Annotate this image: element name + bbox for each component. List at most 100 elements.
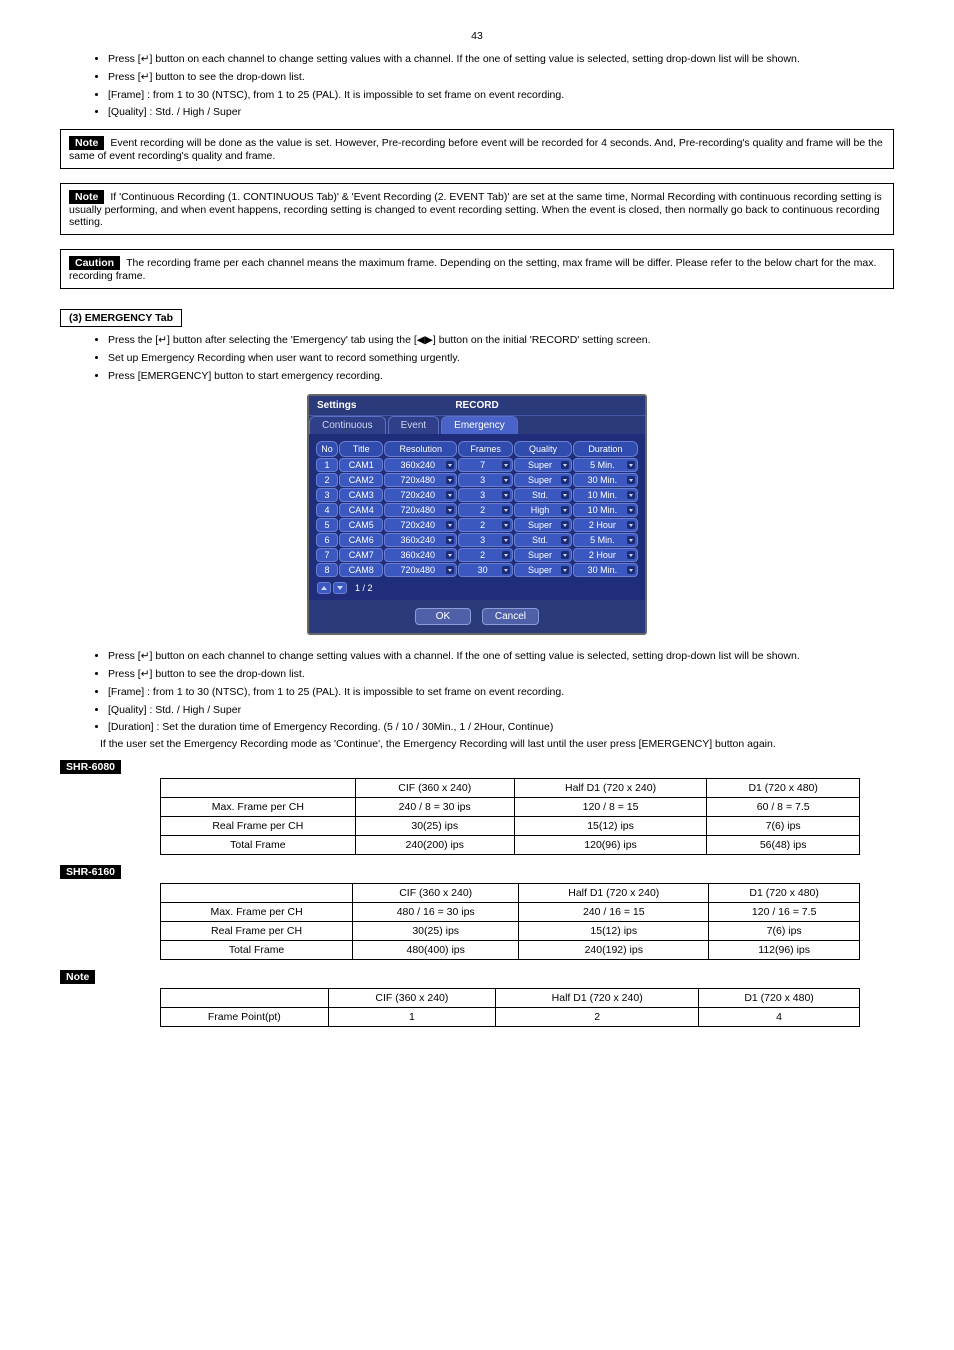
quality-select[interactable]: Super <box>514 473 571 487</box>
cell: 240(200) ips <box>355 836 514 855</box>
cell: Frame Point(pt) <box>161 1008 329 1027</box>
chevron-down-icon <box>502 461 510 469</box>
page-up-button[interactable] <box>317 582 331 594</box>
cell: 480 / 16 = 30 ips <box>353 903 519 922</box>
table-row: 7CAM7360x2402Super2 Hour <box>316 548 638 562</box>
cancel-button[interactable]: Cancel <box>482 608 539 625</box>
col-header: Half D1 (720 x 240) <box>496 989 699 1008</box>
chevron-down-icon <box>627 506 635 514</box>
cell: 15(12) ips <box>519 922 709 941</box>
resolution-select[interactable]: 720x480 <box>384 473 457 487</box>
cell-no: 3 <box>316 488 338 502</box>
cell: 240 / 16 = 15 <box>519 903 709 922</box>
list-item: Set up Emergency Recording when user wan… <box>108 351 894 367</box>
list-item: Press [↵] button to see the drop-down li… <box>108 70 894 86</box>
table-row: 6CAM6360x2403Std.5 Min. <box>316 533 638 547</box>
page-down-button[interactable] <box>333 582 347 594</box>
duration-select[interactable]: 10 Min. <box>573 488 638 502</box>
frames-select[interactable]: 3 <box>458 473 513 487</box>
resolution-select[interactable]: 720x480 <box>384 563 457 577</box>
cell: 56(48) ips <box>707 836 860 855</box>
cell: Real Frame per CH <box>161 817 356 836</box>
duration-select[interactable]: 30 Min. <box>573 563 638 577</box>
resolution-select[interactable]: 360x240 <box>384 533 457 547</box>
ok-button[interactable]: OK <box>415 608 471 625</box>
resolution-select[interactable]: 720x480 <box>384 503 457 517</box>
cell-no: 1 <box>316 458 338 472</box>
list-item: [Duration] : Set the duration time of Em… <box>108 720 894 736</box>
quality-select[interactable]: High <box>514 503 571 517</box>
duration-select[interactable]: 2 Hour <box>573 548 638 562</box>
note-text: If 'Continuous Recording (1. CONTINUOUS … <box>69 191 882 228</box>
table-row: 4CAM4720x4802High10 Min. <box>316 503 638 517</box>
chevron-down-icon <box>627 521 635 529</box>
table-row: 3CAM3720x2403Std.10 Min. <box>316 488 638 502</box>
cell-title: CAM4 <box>339 503 383 517</box>
frames-select[interactable]: 2 <box>458 518 513 532</box>
frames-select[interactable]: 30 <box>458 563 513 577</box>
cell: 4 <box>699 1008 860 1027</box>
duration-select[interactable]: 10 Min. <box>573 503 638 517</box>
quality-select[interactable]: Std. <box>514 533 571 547</box>
cell-title: CAM6 <box>339 533 383 547</box>
list-item: Press the [↵] button after selecting the… <box>108 333 894 349</box>
resolution-select[interactable]: 360x240 <box>384 548 457 562</box>
quality-select[interactable]: Super <box>514 563 571 577</box>
list-item: [Quality] : Std. / High / Super <box>108 105 894 121</box>
frames-select[interactable]: 2 <box>458 548 513 562</box>
table-row: Frame Point(pt)124 <box>161 1008 860 1027</box>
quality-select[interactable]: Super <box>514 518 571 532</box>
table-row: 1CAM1360x2407Super5 Min. <box>316 458 638 472</box>
table-row: 8CAM8720x48030Super30 Min. <box>316 563 638 577</box>
resolution-select[interactable]: 360x240 <box>384 458 457 472</box>
pager-text: 1 / 2 <box>355 583 373 593</box>
resolution-select[interactable]: 720x240 <box>384 488 457 502</box>
frames-select[interactable]: 3 <box>458 533 513 547</box>
chevron-down-icon <box>627 461 635 469</box>
table-chip: SHR-6080 <box>60 760 121 774</box>
table-row: 5CAM5720x2402Super2 Hour <box>316 518 638 532</box>
cell-no: 6 <box>316 533 338 547</box>
quality-select[interactable]: Super <box>514 458 571 472</box>
col-header: CIF (360 x 240) <box>328 989 496 1008</box>
tab-continuous[interactable]: Continuous <box>309 416 386 434</box>
cell-title: CAM2 <box>339 473 383 487</box>
frames-select[interactable]: 7 <box>458 458 513 472</box>
cell: 30(25) ips <box>355 817 514 836</box>
frames-select[interactable]: 2 <box>458 503 513 517</box>
cell-no: 2 <box>316 473 338 487</box>
col-header: D1 (720 x 480) <box>709 884 860 903</box>
frames-select[interactable]: 3 <box>458 488 513 502</box>
col-header: CIF (360 x 240) <box>355 779 514 798</box>
list-item: [Quality] : Std. / High / Super <box>108 703 894 719</box>
instruction-list-bottom: Press [↵] button on each channel to chan… <box>108 649 894 736</box>
duration-select[interactable]: 5 Min. <box>573 458 638 472</box>
instruction-list-top: Press [↵] button on each channel to chan… <box>108 52 894 121</box>
chevron-down-icon <box>627 476 635 484</box>
cell: 240 / 8 = 30 ips <box>355 798 514 817</box>
resolution-select[interactable]: 720x240 <box>384 518 457 532</box>
duration-select[interactable]: 5 Min. <box>573 533 638 547</box>
instruction-list-emergency: Press the [↵] button after selecting the… <box>108 333 894 384</box>
cell-title: CAM3 <box>339 488 383 502</box>
col-header <box>161 989 329 1008</box>
quality-select[interactable]: Std. <box>514 488 571 502</box>
col-header <box>161 779 356 798</box>
duration-select[interactable]: 30 Min. <box>573 473 638 487</box>
table-chip: SHR-6160 <box>60 865 121 879</box>
quality-select[interactable]: Super <box>514 548 571 562</box>
tab-emergency[interactable]: Emergency <box>441 416 518 434</box>
list-item: Press [EMERGENCY] button to start emerge… <box>108 369 894 385</box>
cell-no: 5 <box>316 518 338 532</box>
cell: Real Frame per CH <box>161 922 353 941</box>
chevron-down-icon <box>446 506 454 514</box>
col-header: D1 (720 x 480) <box>699 989 860 1008</box>
note-box: NoteEvent recording will be done as the … <box>60 129 894 169</box>
col-header: D1 (720 x 480) <box>707 779 860 798</box>
col-header: Half D1 (720 x 240) <box>519 884 709 903</box>
chevron-down-icon <box>446 551 454 559</box>
tab-event[interactable]: Event <box>388 416 440 434</box>
table-row: Max. Frame per CH240 / 8 = 30 ips120 / 8… <box>161 798 860 817</box>
duration-select[interactable]: 2 Hour <box>573 518 638 532</box>
chevron-down-icon <box>446 461 454 469</box>
